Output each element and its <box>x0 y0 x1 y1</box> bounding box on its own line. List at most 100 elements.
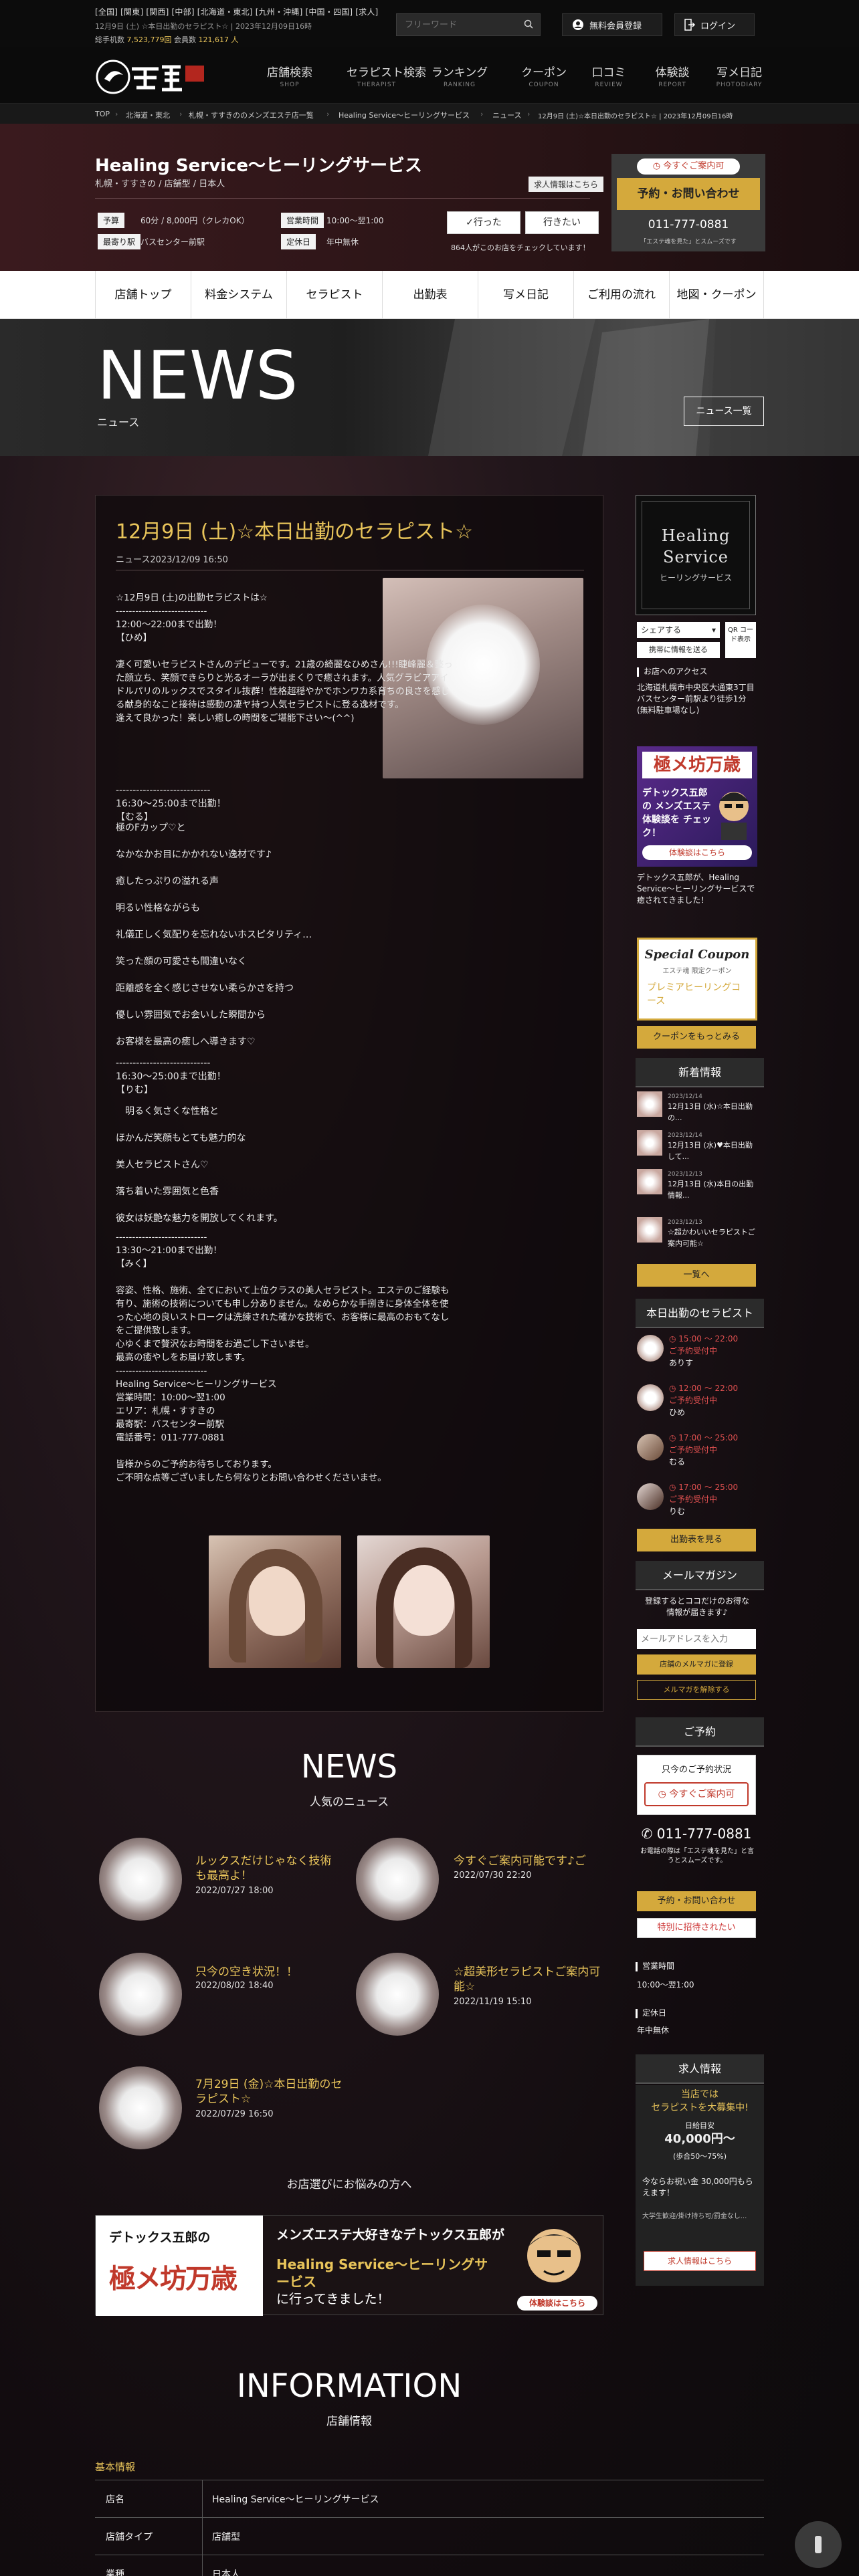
news-link[interactable]: ☆超かわいいセラピストご案内可能☆ <box>668 1226 756 1249</box>
tab-map-coupon[interactable]: 地図・クーポン <box>669 271 764 319</box>
reserve-phone[interactable]: ✆ 011-777-0881 <box>637 1826 756 1842</box>
tab-flow[interactable]: ご利用の流れ <box>573 271 669 319</box>
register-label: 無料会員登録 <box>589 21 642 31</box>
therapist-name[interactable]: むる <box>669 1457 685 1468</box>
region-links[interactable]: [全国] [関東] [関西] [中部] [北海道・東北] [九州・沖縄] [中国… <box>95 6 378 17</box>
shop-phone[interactable]: 011-777-0881 <box>611 218 765 231</box>
breadcrumb-item[interactable]: ニュース <box>492 110 521 120</box>
popular-thumb[interactable] <box>356 1953 439 2036</box>
article-line: 極のFカップ♡と <box>116 823 186 833</box>
nav-therapist[interactable]: セラピスト検索 THERAPIST <box>347 63 426 88</box>
banner-shop: Healing Service〜ヒーリングサービス <box>276 2256 488 2290</box>
breadcrumb-item[interactable]: Healing Service〜ヒーリングサービス <box>339 110 470 120</box>
news-list-button[interactable]: ニュース一覧 <box>684 397 764 426</box>
therapist-thumb[interactable] <box>637 1434 664 1461</box>
tab-photodiary[interactable]: 写メ日記 <box>478 271 573 319</box>
popular-thumb[interactable] <box>99 2066 182 2149</box>
therapist-name[interactable]: ありす <box>669 1358 693 1369</box>
nav-shop[interactable]: 店舗検索 SHOP <box>260 63 320 88</box>
mail-register-button[interactable]: 店舗のメルマガに登録 <box>637 1654 756 1675</box>
worry-heading: お店選びにお悩みの方へ <box>286 2178 412 2191</box>
login-button[interactable]: ログイン <box>674 13 755 36</box>
hero-title: NEWS <box>97 336 298 415</box>
tab-schedule[interactable]: 出勤表 <box>382 271 478 319</box>
reserve-button[interactable]: 予約・お問い合わせ <box>617 178 760 210</box>
tab-price[interactable]: 料金システム <box>191 271 286 319</box>
latest-update[interactable]: 12月9日 (土) ☆本日出勤のセラピスト☆ | 2023年12月09日16時 <box>95 21 312 31</box>
coupon-more-button[interactable]: クーポンをもっとみる <box>637 1026 756 1049</box>
news-all-button[interactable]: 一覧へ <box>637 1264 756 1287</box>
tab-top[interactable]: 店舗トップ <box>95 271 191 319</box>
register-button[interactable]: 無料会員登録 <box>562 13 662 36</box>
schedule-button[interactable]: 出勤表を見る <box>637 1529 756 1551</box>
article-date: ニュース2023/12/09 16:50 <box>116 555 228 565</box>
budget-value: 60分 / 8,000円（クレカOK） <box>140 216 250 225</box>
stats-value-2: 121,617 人 <box>198 35 239 44</box>
check-icon: ✓ <box>466 217 474 228</box>
mail-input[interactable] <box>637 1629 756 1649</box>
nav-sub: RANKING <box>443 82 476 88</box>
news-link[interactable]: 12月13日 (水)本日の出勤情報... <box>668 1178 756 1201</box>
tab-therapist[interactable]: セラピスト <box>286 271 382 319</box>
popular-thumb[interactable] <box>356 1838 439 1921</box>
info-row: 業種 日本人 <box>95 2555 764 2576</box>
popular-item-title[interactable]: 7月29日 (金)☆本日出勤のセラピスト☆ <box>195 2077 343 2107</box>
therapist-name[interactable]: ひめ <box>669 1407 685 1418</box>
recruit-link[interactable]: 求人情報はこちら <box>529 177 604 192</box>
popular-item-date: 2022/07/27 18:00 <box>195 1886 274 1896</box>
station-value: バスセンター前駅 <box>140 237 205 247</box>
popular-item-date: 2022/08/02 18:40 <box>195 1981 274 1991</box>
nav-coupon[interactable]: クーポン COUPON <box>520 63 567 88</box>
nav-review[interactable]: 口コミ REVIEW <box>589 63 629 88</box>
site-logo[interactable] <box>95 59 209 95</box>
went-button[interactable]: ✓行った <box>447 211 520 234</box>
job-button[interactable]: 求人情報はこちら <box>644 2251 756 2271</box>
therapist-thumb[interactable] <box>637 1483 664 1510</box>
mail-unregister-button[interactable]: メルマガを解除する <box>637 1680 756 1700</box>
nav-photodiary[interactable]: 写メ日記 PHOTODIARY <box>712 63 766 88</box>
want-button[interactable]: 行きたい <box>525 211 599 234</box>
clock-icon: ◷ <box>669 1433 679 1442</box>
popular-item-title[interactable]: 今すぐご案内可能です♪ご <box>454 1854 601 1868</box>
report-banner[interactable]: 極メ坊万歳 デトックス五郎の メンズエステ 体験談を チェック！ 体験談はこちら <box>637 746 757 867</box>
divider <box>95 198 590 199</box>
popular-thumb[interactable] <box>99 1838 182 1921</box>
top-bar: [全国] [関東] [関西] [中部] [北海道・東北] [九州・沖縄] [中国… <box>0 0 859 47</box>
search-input[interactable] <box>397 14 517 35</box>
invite-button[interactable]: 特別に招待されたい <box>637 1918 756 1938</box>
shop-logo-card[interactable]: Healing Service ヒーリングサービス <box>636 495 756 615</box>
reserve-inquiry-button[interactable]: 予約・お問い合わせ <box>637 1891 756 1911</box>
article-block-miku: ---------------------------- 13:30〜21:00… <box>116 1232 450 1483</box>
experience-banner[interactable]: デトックス五郎の 極メ坊万歳 メンズエステ大好きなデトックス五郎が Healin… <box>95 2215 603 2316</box>
nav-label: セラピスト検索 <box>347 66 426 80</box>
hero-decor <box>428 319 859 456</box>
phone-note: 「エステ魂を見た」とスムーズです <box>640 239 737 245</box>
banner-big-title: 極メ坊万歳 <box>109 2264 237 2294</box>
report-note: デトックス五郎が、Healing Service〜ヒーリングサービスで癒されてき… <box>637 873 755 905</box>
reserve-status-label: 只今のご予約状況 <box>661 1765 731 1775</box>
qr-button[interactable]: QR コード表示 <box>725 622 756 658</box>
news-link[interactable]: 12月13日 (水)☆本日出勤の... <box>668 1101 756 1123</box>
popular-item-title[interactable]: 只今の空き状況！！ <box>195 1965 343 1979</box>
therapist-thumb[interactable] <box>637 1384 664 1411</box>
breadcrumb-item[interactable]: 札幌・すすきののメンズエステ店一覧 <box>189 110 314 120</box>
today-heading: 本日出勤のセラピスト <box>636 1299 764 1328</box>
news-link[interactable]: 12月13日 (水)♥本日出勤して... <box>668 1140 756 1162</box>
shop-name: Healing Service〜ヒーリングサービス <box>95 156 423 176</box>
share-dropdown[interactable]: シェアする ▾ <box>637 622 720 638</box>
popular-item-title[interactable]: ルックスだけじゃなく技術も最高よ！ <box>195 1854 343 1883</box>
breadcrumb-item[interactable]: 北海道・東北 <box>126 110 170 120</box>
page-top-button[interactable] <box>795 2521 842 2568</box>
breadcrumb-item[interactable]: TOP <box>95 110 110 118</box>
holiday-label: 定休日 <box>281 234 316 249</box>
popular-item-title[interactable]: ☆超美形セラピストご案内可能☆ <box>454 1965 601 1994</box>
therapist-thumb[interactable] <box>637 1335 664 1362</box>
nav-ranking[interactable]: ランキング RANKING <box>430 63 490 88</box>
coupon-card[interactable]: Special Coupon エステ魂 限定クーポン プレミアヒーリングコース <box>637 938 757 1021</box>
nav-report[interactable]: 体験談 REPORT <box>652 63 692 88</box>
therapist-name[interactable]: りむ <box>669 1506 685 1517</box>
therapist-status: ご予約受付中 <box>669 1346 718 1356</box>
send-mobile-button[interactable]: 携帯に情報を送る <box>637 642 720 658</box>
popular-thumb[interactable] <box>99 1953 182 2036</box>
search-icon[interactable] <box>524 19 533 29</box>
